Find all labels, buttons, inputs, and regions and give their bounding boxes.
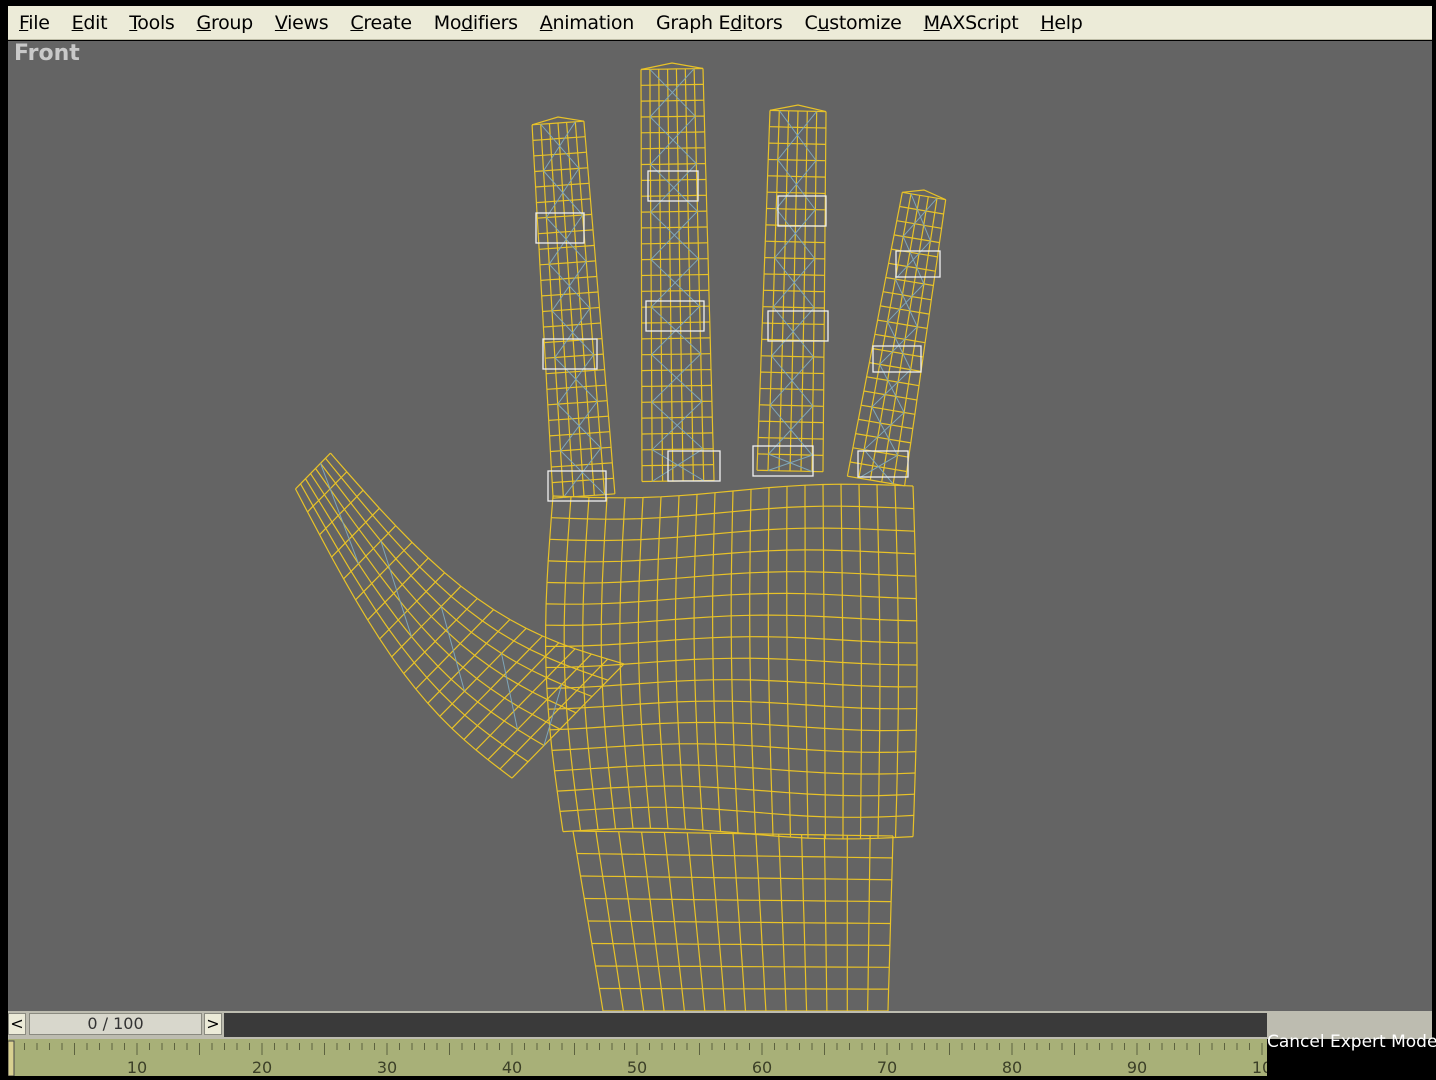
ring-finger-bone: [546, 217, 587, 262]
palm-edge: [711, 492, 722, 832]
pinky-finger-edge: [904, 199, 947, 486]
time-next-button[interactable]: >: [204, 1013, 222, 1035]
hand-wireframe-mesh[interactable]: [8, 41, 1432, 1011]
ring-finger-bone: [560, 450, 605, 495]
pinky-finger-ring: [872, 347, 924, 358]
pinky-finger-ring: [869, 362, 922, 372]
ring-finger-bone: [554, 357, 598, 402]
thumb-ring: [379, 572, 446, 640]
menu-graph-editors[interactable]: Graph Editors: [645, 7, 794, 39]
pinky-finger-ring: [866, 376, 920, 387]
menu-group[interactable]: Group: [186, 7, 264, 39]
palm-edge: [912, 485, 918, 837]
pinky-finger-ring: [855, 433, 911, 444]
thumb-ring: [499, 658, 609, 770]
current-frame-marker: [8, 1040, 15, 1076]
palm-edge: [749, 489, 757, 835]
bone-joint-marker: [645, 300, 705, 332]
menu-help[interactable]: Help: [1029, 7, 1093, 39]
pinky-finger-ring: [877, 319, 928, 329]
palm-edge: [840, 484, 844, 839]
thumb-ring: [367, 557, 429, 621]
cancel-expert-mode-button[interactable]: Cancel Expert Mode: [1267, 1032, 1436, 1056]
pinky-finger-ring: [893, 234, 940, 244]
trackbar-tick-label: 10: [127, 1058, 147, 1076]
menu-tools[interactable]: Tools: [118, 7, 185, 39]
front-viewport[interactable]: Front: [8, 41, 1432, 1011]
bone-joint-marker: [542, 338, 598, 370]
palm-edge: [656, 496, 669, 829]
thumb-bone: [501, 653, 518, 730]
thumb-edge: [315, 468, 577, 714]
pinky-finger-bone: [863, 449, 894, 485]
trackbar[interactable]: 10 20 30 40 50 60 70 80 90 10: [8, 1039, 1267, 1076]
trackbar-tick-label: 10: [1252, 1058, 1267, 1076]
pinky-finger-ring: [874, 333, 926, 344]
menu-animation[interactable]: Animation: [529, 7, 645, 39]
menu-maxscript[interactable]: MAXScript: [913, 7, 1030, 39]
menu-file[interactable]: File: [8, 7, 61, 39]
ring-finger-edge: [583, 121, 616, 494]
trackbar-tick-label: 20: [252, 1058, 272, 1076]
time-slider-bar: < 0 / 100 >: [8, 1011, 1432, 1039]
palm-edge: [563, 496, 582, 831]
ring-finger-bone: [548, 263, 591, 309]
thumb-ring: [391, 585, 462, 658]
trackbar-tick-label: 80: [1002, 1058, 1022, 1076]
palm-edge: [858, 484, 863, 839]
trackbar-tick-label: 40: [502, 1058, 522, 1076]
pinky-finger-ring: [863, 390, 918, 401]
palm-edge: [730, 490, 739, 833]
menu-views[interactable]: Views: [264, 7, 340, 39]
thumb-ring: [403, 598, 478, 674]
ring-finger-bone: [540, 123, 580, 169]
thumb-ring: [427, 619, 511, 704]
trackbar-tick-label: 30: [377, 1058, 397, 1076]
pinky-finger-ring: [896, 220, 942, 229]
trackbar-tick-label: 90: [1127, 1058, 1147, 1076]
thumb-ring: [487, 653, 592, 761]
middle-finger-edge: [640, 69, 643, 482]
pinky-finger-ring: [858, 418, 913, 430]
pinky-finger-ring: [861, 404, 915, 415]
pinky-finger-ring: [899, 205, 944, 215]
ring-finger-bone: [551, 310, 594, 356]
palm-edge: [674, 495, 687, 830]
palm-edge: [876, 484, 881, 839]
palm-edge: [894, 485, 900, 838]
time-prev-button[interactable]: <: [8, 1013, 26, 1035]
thumb-ring: [511, 663, 625, 779]
pinky-finger-ring: [852, 447, 909, 458]
menu-bar: File Edit Tools Group Views Create Modifiers An…: [8, 6, 1432, 40]
menu-edit[interactable]: Edit: [61, 7, 119, 39]
pinky-finger-ring: [902, 191, 946, 201]
time-slider[interactable]: 0 / 100: [29, 1013, 202, 1035]
ring-finger-bone: [543, 170, 583, 216]
thumb-edge: [330, 452, 625, 665]
palm-edge: [786, 486, 792, 838]
time-slider-track[interactable]: [224, 1013, 1267, 1037]
pinky-finger-ring: [883, 291, 932, 301]
ring-finger-bone: [557, 403, 602, 449]
menu-create[interactable]: Create: [339, 7, 422, 39]
palm-edge: [582, 497, 599, 830]
menu-modifiers[interactable]: Modifiers: [423, 7, 529, 39]
pinky-finger-ring: [891, 248, 938, 258]
pinky-finger-ring: [880, 305, 930, 315]
palm-edge: [804, 485, 809, 839]
menu-customize[interactable]: Customize: [794, 7, 913, 39]
trackbar-tick-label: 70: [877, 1058, 897, 1076]
trackbar-tick-label: 60: [752, 1058, 772, 1076]
trackbar-tick-label: 50: [627, 1058, 647, 1076]
pinky-finger-ring: [885, 276, 934, 287]
palm-edge: [767, 487, 774, 836]
palm-edge: [693, 494, 704, 831]
